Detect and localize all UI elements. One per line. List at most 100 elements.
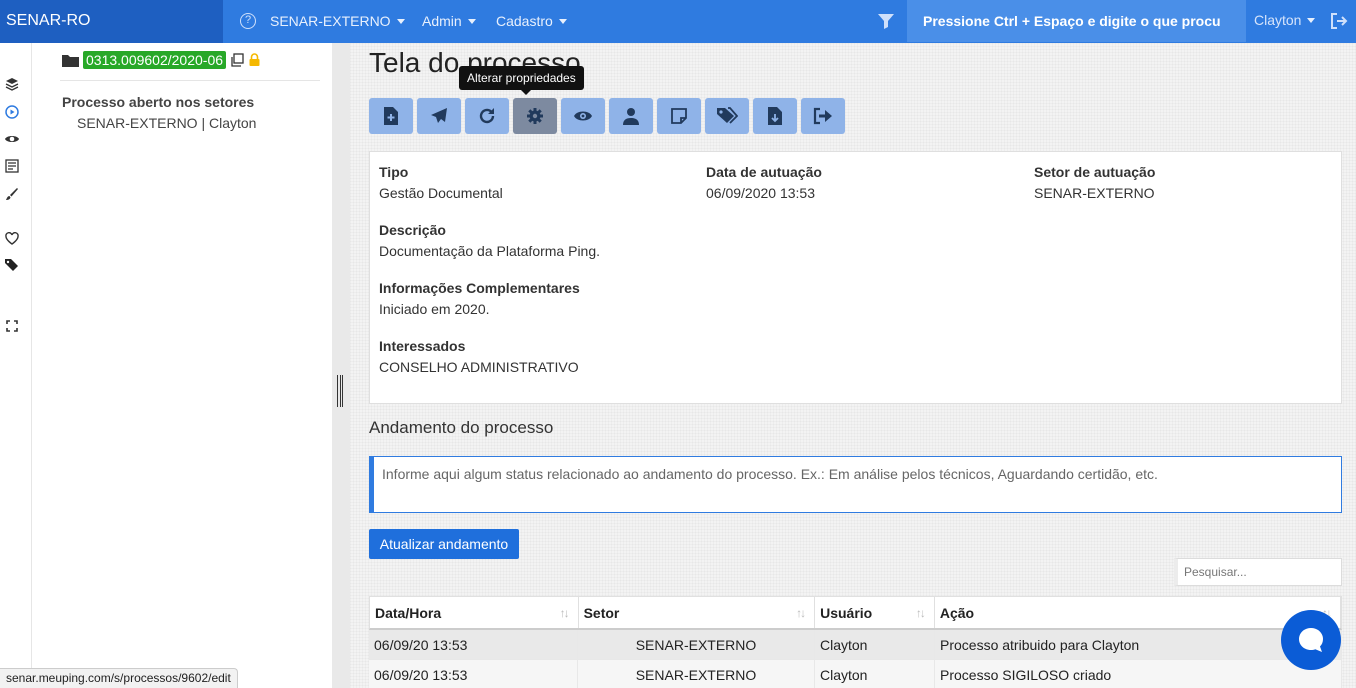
layers-icon[interactable] [4,76,20,92]
chevron-down-icon [467,19,476,24]
descricao-label: Descrição [379,222,446,238]
process-header: 0313.009602/2020-06 [62,51,261,69]
brush-icon[interactable] [4,186,20,202]
user-name: Clayton [1254,12,1302,28]
col-data-hora-label: Data/Hora [375,605,442,621]
table-header: Data/Hora ↑↓ Setor ↑↓ Usuário ↑↓ Ação ↑↓ [369,596,1342,630]
cell-data-hora: 06/09/20 13:53 [369,660,578,688]
setor-autuacao-value: SENAR-EXTERNO [1034,185,1155,201]
menu-setor[interactable]: SENAR-EXTERNO [270,13,405,29]
lock-icon [249,53,260,66]
tags-button[interactable] [705,98,749,134]
menu-cadastro-label: Cadastro [496,13,553,29]
exit-button[interactable] [801,98,845,134]
status-bar-url: senar.meuping.com/s/processos/9602/edit [0,668,238,688]
note-button[interactable] [657,98,701,134]
menu-setor-label: SENAR-EXTERNO [270,13,391,29]
update-andamento-button[interactable]: Atualizar andamento [369,529,519,559]
col-acao-label: Ação [939,605,975,621]
newspaper-icon[interactable] [4,158,20,174]
redo-button[interactable] [465,98,509,134]
process-sidebar: 0313.009602/2020-06 Processo aberto nos … [32,43,332,688]
sort-icon: ↑↓ [915,606,926,620]
col-usuario[interactable]: Usuário ↑↓ [815,597,935,628]
heart-icon[interactable] [4,230,20,246]
redo-icon [479,108,495,124]
info-complementares-value: Iniciado em 2020. [379,301,490,317]
tipo-label: Tipo [379,164,409,180]
brand-title[interactable]: SENAR-RO [0,0,223,43]
andamento-input[interactable]: Informe aqui algum status relacionado ao… [369,456,1342,513]
eye-icon [574,111,592,121]
menu-cadastro[interactable]: Cadastro [496,13,567,29]
view-button[interactable] [561,98,605,134]
col-usuario-label: Usuário [820,605,873,621]
history-table: Data/Hora ↑↓ Setor ↑↓ Usuário ↑↓ Ação ↑↓ 06/… [369,596,1342,688]
info-complementares-label: Informações Complementares [379,280,580,296]
sort-icon: ↑↓ [796,606,806,620]
gear-icon [527,108,543,124]
panel-splitter[interactable] [332,43,350,688]
chevron-down-icon [558,19,567,24]
add-document-button[interactable] [369,98,413,134]
process-details-card: Tipo Gestão Documental Data de autuação … [369,151,1342,404]
col-acao[interactable]: Ação ↑↓ [935,597,1341,628]
eye-icon[interactable] [4,131,20,147]
descricao-value: Documentação da Plataforma Ping. [379,243,601,259]
andamento-title: Andamento do processo [369,418,554,437]
play-circle-icon[interactable] [4,104,20,120]
sidebar-divider [60,80,320,81]
chat-button[interactable] [1281,610,1341,670]
file-download-icon [768,107,782,125]
paper-plane-icon [431,108,447,123]
user-button[interactable] [609,98,653,134]
tags-icon [717,107,738,124]
send-button[interactable] [417,98,461,134]
cell-acao: Processo SIGILOSO criado [935,660,1342,688]
splitter-handle[interactable] [337,375,343,407]
data-autuacao-label: Data de autuação [706,164,822,180]
sticky-note-icon [671,108,687,124]
top-navbar: SENAR-RO ? SENAR-EXTERNO Admin Cadastro … [0,0,1356,43]
user-icon [623,108,639,125]
filter-icon[interactable] [877,12,895,33]
process-toolbar [369,98,845,134]
download-button[interactable] [753,98,797,134]
chevron-down-icon [1307,18,1316,23]
file-plus-icon [384,107,398,125]
properties-button[interactable] [513,98,557,134]
table-row[interactable]: 06/09/20 13:53 SENAR-EXTERNO Clayton Pro… [369,630,1342,660]
cell-data-hora: 06/09/20 13:53 [369,630,578,659]
folder-icon [62,54,79,67]
sort-icon: ↑↓ [559,606,570,620]
cell-usuario: Clayton [815,630,935,659]
process-number-badge[interactable]: 0313.009602/2020-06 [83,51,227,69]
icon-strip [0,43,32,688]
interessados-value: CONSELHO ADMINISTRATIVO [379,359,579,375]
tooltip: Alterar propriedades [459,66,584,95]
menu-admin[interactable]: Admin [422,13,476,29]
help-icon[interactable]: ? [240,13,256,29]
sign-out-icon [813,107,832,125]
table-search-input[interactable]: Pesquisar... [1174,558,1342,586]
menu-admin-label: Admin [422,13,462,29]
cell-setor: SENAR-EXTERNO [578,660,815,688]
col-setor[interactable]: Setor ↑↓ [579,597,816,628]
tags-icon[interactable] [4,257,20,273]
cell-usuario: Clayton [815,660,935,688]
table-row[interactable]: 06/09/20 13:53 SENAR-EXTERNO Clayton Pro… [369,660,1342,688]
tipo-value: Gestão Documental [379,185,503,201]
data-autuacao-value: 06/09/2020 13:53 [706,185,815,201]
col-setor-label: Setor [583,605,620,621]
cell-setor: SENAR-EXTERNO [578,630,815,659]
col-data-hora[interactable]: Data/Hora ↑↓ [370,597,579,628]
user-menu[interactable]: Clayton [1254,12,1316,28]
sectors-title: Processo aberto nos setores [62,94,255,110]
global-search-input[interactable]: Pressione Ctrl + Espaço e digite o que p… [907,0,1246,42]
chevron-down-icon [396,19,405,24]
setor-autuacao-label: Setor de autuação [1034,164,1156,180]
copy-icon[interactable] [230,53,244,67]
expand-icon[interactable] [4,318,20,334]
logout-icon[interactable] [1330,13,1348,32]
chat-icon [1299,628,1323,652]
